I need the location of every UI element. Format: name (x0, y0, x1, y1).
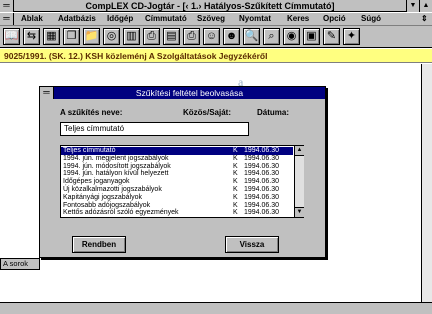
printer-icon[interactable]: ⎙ (143, 28, 160, 45)
dialog-system-menu[interactable]: ═ (40, 87, 54, 99)
list-item[interactable]: 1994. jún. módosított jogszabályok K 1994.… (61, 163, 293, 171)
list-item-date: 1994.06.30 (244, 154, 280, 162)
document-horizontal-scrollbar[interactable] (0, 302, 432, 314)
zoom-icon[interactable]: ⌕ (263, 28, 280, 45)
list-item-date: 1994.06.30 (244, 162, 280, 170)
list-item-name: Időgépes joganyagok (63, 178, 130, 186)
list-item[interactable]: Új közalkalmazotti jogszabályok K 1994.06.… (61, 186, 293, 194)
menu-keres[interactable]: Keres (287, 13, 309, 25)
list-item-name: Fontosabb adójogszabályok (63, 201, 151, 209)
document-vertical-scrollbar[interactable] (421, 64, 432, 302)
folder-icon[interactable]: 📁 (83, 28, 100, 45)
list-item-date: 1994.06.30 (244, 178, 280, 186)
list-item[interactable]: Teljes címmutató K 1994.06.30 (61, 147, 293, 155)
list-item[interactable]: Fontosabb adójogszabályok K 1994.06.30 (61, 202, 293, 210)
open-book-icon[interactable]: 📖 (3, 28, 20, 45)
cancel-button[interactable]: Vissza (225, 236, 279, 253)
ok-button[interactable]: Rendben (72, 236, 126, 253)
status-text: A sorok (0, 258, 40, 270)
target-icon[interactable]: ◎ (103, 28, 120, 45)
list-item-owner: K (233, 162, 238, 170)
list-item[interactable]: 1994. jún. hatályon kívül helyezett K 1994… (61, 170, 293, 178)
list-item-name: Kettős adózásról szóló egyezmények (63, 209, 179, 217)
document-icon[interactable]: ▤ (163, 28, 180, 45)
menu-ablak[interactable]: Ablak (21, 13, 43, 25)
doc-restore-icon[interactable]: ⇕ (421, 13, 428, 25)
filter-name-input[interactable]: Teljes címmutató (60, 122, 249, 136)
list-item-owner: K (233, 178, 238, 186)
list-item-owner: K (233, 193, 238, 201)
window-title: CompLEX CD-Jogtár - [‹ 1.› Hatályos-Szűk… (85, 1, 335, 11)
filter-name-label: A szűkítés neve: (60, 108, 123, 117)
grid-icon[interactable]: ▦ (43, 28, 60, 45)
list-item-date: 1994.06.30 (244, 186, 280, 193)
list-item-name: 1994. jún. módosított jogszabályok (63, 162, 171, 170)
globe-icon[interactable]: ✦ (343, 28, 360, 45)
menu-sugo[interactable]: Súgó (361, 13, 381, 25)
dialog-title: Szűkítési feltétel beolvasása (135, 88, 244, 98)
magnifier-icon[interactable]: 🔍 (243, 28, 260, 45)
minimize-button[interactable]: ▼ (406, 0, 419, 12)
printer2-icon[interactable]: ⎙ (183, 28, 200, 45)
list-item-date: 1994.06.30 (244, 201, 280, 209)
list-item-owner: K (233, 209, 238, 217)
scroll-up-icon[interactable]: ▲ (295, 146, 304, 156)
list-item-name: 1994. jún. hatályon kívül helyezett (63, 170, 169, 178)
menu-szoveg[interactable]: Szöveg (197, 13, 225, 25)
scroll-down-icon[interactable]: ▼ (295, 207, 304, 217)
list-item-owner: K (233, 154, 238, 162)
list-item-date: 1994.06.30 (244, 193, 280, 201)
menu-cimmutato[interactable]: Címmutató (145, 13, 187, 25)
maximize-button[interactable]: ▲ (419, 0, 432, 12)
listbox-scrollbar[interactable]: ▲ ▼ (294, 146, 304, 217)
list-item-name: Teljes címmutató (63, 147, 116, 154)
list-item-date: 1994.06.30 (244, 147, 280, 154)
sign-icon[interactable]: ✎ (323, 28, 340, 45)
system-menu-button[interactable]: ═ (0, 0, 14, 12)
list-item-name: Új közalkalmazotti jogszabályok (63, 186, 162, 193)
menu-opcio[interactable]: Opció (323, 13, 346, 25)
list-item-owner: K (233, 170, 238, 178)
notepad-icon[interactable]: ▣ (303, 28, 320, 45)
menu-adatbazis[interactable]: Adatbázis (58, 13, 96, 25)
list-item-date: 1994.06.30 (244, 170, 280, 178)
document-title: 9025/1991. (SK. 12.) KSH közleménj A Szo… (4, 51, 268, 61)
list-item-date: 1994.06.30 (244, 209, 280, 217)
menu-nyomtat[interactable]: Nyomtat (239, 13, 271, 25)
filter-listbox[interactable]: Teljes címmutató K 1994.06.30 1994. jún. me… (60, 145, 304, 218)
date-label: Dátuma: (257, 108, 290, 117)
face-icon[interactable]: ☺ (203, 28, 220, 45)
list-item-name: Kapitányági jogszabályok (63, 193, 142, 201)
list-item-owner: K (233, 186, 238, 193)
list-item[interactable]: Kapitányági jogszabályok K 1994.06.30 (61, 194, 293, 202)
list-item[interactable]: Kettős adózásról szóló egyezmények K 1994.… (61, 209, 293, 217)
menu-idogep[interactable]: Időgép (107, 13, 133, 25)
list-item[interactable]: Időgépes joganyagok K 1994.06.30 (61, 178, 293, 186)
binoculars-icon[interactable]: ◉ (283, 28, 300, 45)
document-system-menu[interactable]: ═ (0, 13, 14, 25)
face2-icon[interactable]: ☻ (223, 28, 240, 45)
list-item-owner: K (233, 201, 238, 209)
list-item-name: 1994. jún. megjelent jogszabályok (63, 154, 169, 162)
files-icon[interactable]: ❐ (63, 28, 80, 45)
columns-icon[interactable]: ▥ (123, 28, 140, 45)
owner-label: Közös/Saját: (183, 108, 232, 117)
list-item-owner: K (233, 147, 238, 154)
list-item[interactable]: 1994. jún. megjelent jogszabályok K 1994.0… (61, 155, 293, 163)
link-icon[interactable]: ⇆ (23, 28, 40, 45)
